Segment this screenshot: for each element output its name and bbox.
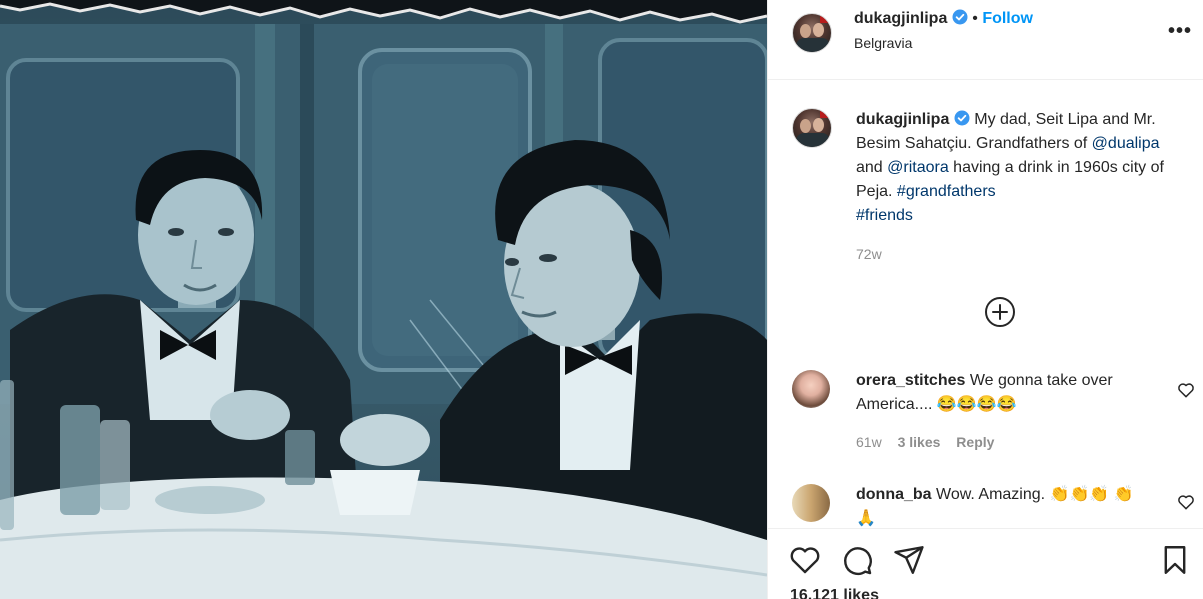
commenter-avatar[interactable]	[792, 370, 830, 408]
author-username[interactable]: dukagjinlipa	[854, 10, 947, 27]
comment-text: donna_ba Wow. Amazing. 👏👏👏 👏🙏	[856, 483, 1152, 528]
comment-text: orera_stitches We gonna take over Americ…	[856, 369, 1152, 417]
mention-link[interactable]: @ritaora	[887, 159, 949, 176]
post-header: dukagjinlipa • Follow Belgravia •••	[768, 0, 1203, 80]
comment-timestamp[interactable]: 61w	[856, 434, 882, 450]
caption-timestamp[interactable]: 72w	[856, 246, 882, 262]
hashtag-link[interactable]: #friends	[856, 207, 913, 224]
more-options-icon[interactable]: •••	[1168, 20, 1192, 43]
commenter-avatar[interactable]	[792, 484, 830, 522]
verified-badge-icon	[952, 9, 968, 25]
caption-text: dukagjinlipa My dad, Seit Lipa and Mr. B…	[856, 108, 1186, 228]
caption-username[interactable]: dukagjinlipa	[856, 111, 949, 128]
comment-bubble-icon[interactable]	[840, 543, 874, 577]
vintage-photo-illustration	[0, 0, 767, 599]
comment-item: donna_ba Wow. Amazing. 👏👏👏 👏🙏	[768, 480, 1203, 528]
post-location[interactable]: Belgravia	[854, 35, 912, 51]
caption-author-avatar[interactable]	[792, 108, 832, 148]
post-photo[interactable]	[0, 0, 767, 599]
comment-likes[interactable]: 3 likes	[898, 434, 941, 450]
hashtag-link[interactable]: #grandfathers	[897, 183, 996, 200]
author-avatar[interactable]	[792, 13, 832, 53]
mention-link[interactable]: @dualipa	[1092, 135, 1160, 152]
verified-badge-icon	[954, 110, 970, 126]
reply-button[interactable]: Reply	[956, 434, 994, 450]
paper-plane-icon[interactable]	[892, 543, 926, 577]
commenter-username[interactable]: orera_stitches	[856, 372, 965, 389]
header-separator: •	[972, 10, 978, 27]
post-details-panel: dukagjinlipa • Follow Belgravia ••• duka…	[767, 0, 1203, 599]
caption-body-2: and	[856, 159, 888, 176]
post-actions-bar: 16,121 likes	[768, 528, 1203, 599]
bookmark-icon[interactable]	[1158, 543, 1192, 577]
commenter-username[interactable]: donna_ba	[856, 486, 932, 503]
follow-button[interactable]: Follow	[982, 10, 1033, 27]
heart-icon[interactable]	[1176, 492, 1196, 512]
likes-count[interactable]: 16,121 likes	[790, 587, 879, 599]
comment-meta: 61w 3 likes Reply	[856, 434, 1006, 450]
heart-icon[interactable]	[1176, 380, 1196, 400]
heart-icon[interactable]	[788, 543, 822, 577]
plus-circle-icon[interactable]	[984, 296, 1016, 328]
